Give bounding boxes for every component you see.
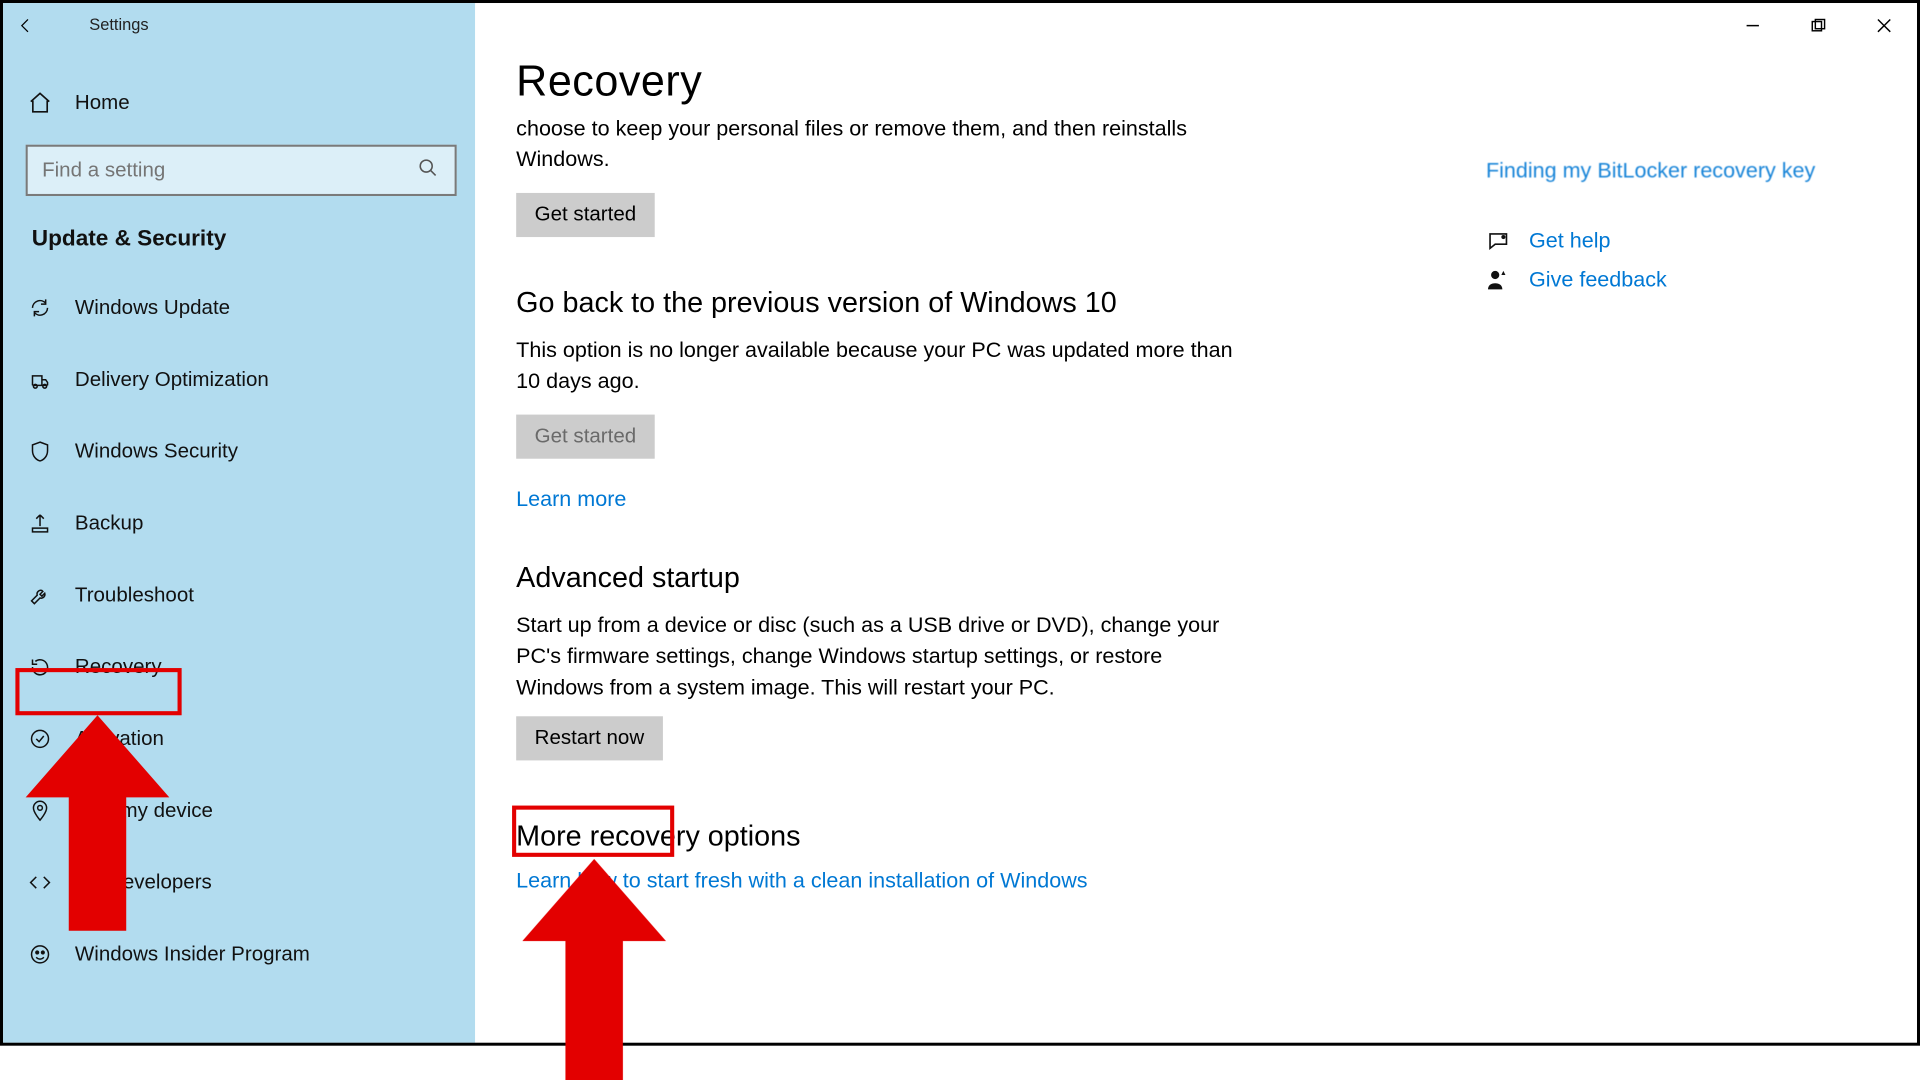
feedback-icon <box>1486 268 1511 293</box>
sidebar: Settings Home Update & Security Windows … <box>3 3 475 1043</box>
sidebar-item-find-my-device[interactable]: Find my device <box>3 775 475 847</box>
back-button[interactable] <box>3 3 48 48</box>
sidebar-item-recovery[interactable]: Recovery <box>3 631 475 703</box>
insider-icon <box>28 942 53 967</box>
more-recovery-heading: More recovery options <box>516 820 1876 853</box>
sidebar-home-label: Home <box>75 91 130 115</box>
recovery-icon <box>28 655 53 680</box>
sidebar-item-label: Recovery <box>75 655 162 679</box>
search-container <box>3 145 475 196</box>
page-title: Recovery <box>516 56 1876 105</box>
sidebar-item-backup[interactable]: Backup <box>3 487 475 559</box>
sidebar-item-label: Delivery Optimization <box>75 368 269 392</box>
search-input[interactable] <box>26 145 457 196</box>
wrench-icon <box>28 583 53 608</box>
refresh-icon <box>28 296 53 321</box>
advanced-startup-heading: Advanced startup <box>516 561 1876 594</box>
main-content: Recovery choose to keep your personal fi… <box>475 3 1917 1043</box>
sidebar-item-troubleshoot[interactable]: Troubleshoot <box>3 559 475 631</box>
give-feedback-link: Give feedback <box>1529 268 1667 293</box>
sidebar-item-label: Troubleshoot <box>75 583 194 607</box>
sidebar-item-windows-security[interactable]: Windows Security <box>3 416 475 488</box>
search-icon <box>418 158 439 184</box>
backup-icon <box>28 511 53 536</box>
delivery-icon <box>28 367 53 392</box>
restart-now-button[interactable]: Restart now <box>516 716 662 760</box>
related-links: Finding my BitLocker recovery key Get he… <box>1486 159 1855 292</box>
sidebar-item-label: Windows Update <box>75 296 230 320</box>
bitlocker-key-link-partial[interactable]: Finding my BitLocker recovery key <box>1486 159 1855 188</box>
app-title: Settings <box>89 16 148 34</box>
go-back-description: This option is no longer available becau… <box>516 335 1234 397</box>
chat-icon <box>1486 229 1511 254</box>
sidebar-item-delivery-optimization[interactable]: Delivery Optimization <box>3 344 475 416</box>
sidebar-item-label: Find my device <box>75 799 213 823</box>
start-fresh-link[interactable]: Learn how to start fresh with a clean in… <box>516 869 1087 894</box>
window-controls <box>1720 3 1917 48</box>
sidebar-item-label: Backup <box>75 512 143 536</box>
titlebar-left: Settings <box>3 3 475 48</box>
learn-more-link[interactable]: Learn more <box>516 487 626 512</box>
home-icon <box>28 90 53 115</box>
code-icon <box>28 870 53 895</box>
location-icon <box>28 798 53 823</box>
close-button[interactable] <box>1851 3 1917 48</box>
shield-icon <box>28 439 53 464</box>
sidebar-item-windows-update[interactable]: Windows Update <box>3 272 475 344</box>
advanced-startup-description: Start up from a device or disc (such as … <box>516 610 1234 704</box>
get-started-button[interactable]: Get started <box>516 193 654 237</box>
sidebar-item-label: For developers <box>75 871 212 895</box>
arrow-left-icon <box>16 16 34 34</box>
content-area: Recovery choose to keep your personal fi… <box>516 56 1917 1042</box>
sidebar-item-label: Windows Security <box>75 440 238 464</box>
sidebar-item-home[interactable]: Home <box>3 67 475 139</box>
sidebar-item-for-developers[interactable]: For developers <box>3 847 475 919</box>
get-started-disabled-button: Get started <box>516 414 654 458</box>
settings-window: Settings Home Update & Security Windows … <box>0 0 1920 1046</box>
sidebar-item-label: Windows Insider Program <box>75 943 310 967</box>
get-help-row[interactable]: Get help <box>1486 229 1855 254</box>
sidebar-item-activation[interactable]: Activation <box>3 703 475 775</box>
check-circle-icon <box>28 727 53 752</box>
give-feedback-row[interactable]: Give feedback <box>1486 268 1855 293</box>
get-help-link: Get help <box>1529 229 1610 254</box>
reset-pc-description-partial: choose to keep your personal files or re… <box>516 114 1255 176</box>
sidebar-item-windows-insider[interactable]: Windows Insider Program <box>3 918 475 990</box>
sidebar-section-header: Update & Security <box>3 196 475 272</box>
maximize-button[interactable] <box>1786 3 1852 48</box>
sidebar-item-label: Activation <box>75 727 164 751</box>
minimize-button[interactable] <box>1720 3 1786 48</box>
